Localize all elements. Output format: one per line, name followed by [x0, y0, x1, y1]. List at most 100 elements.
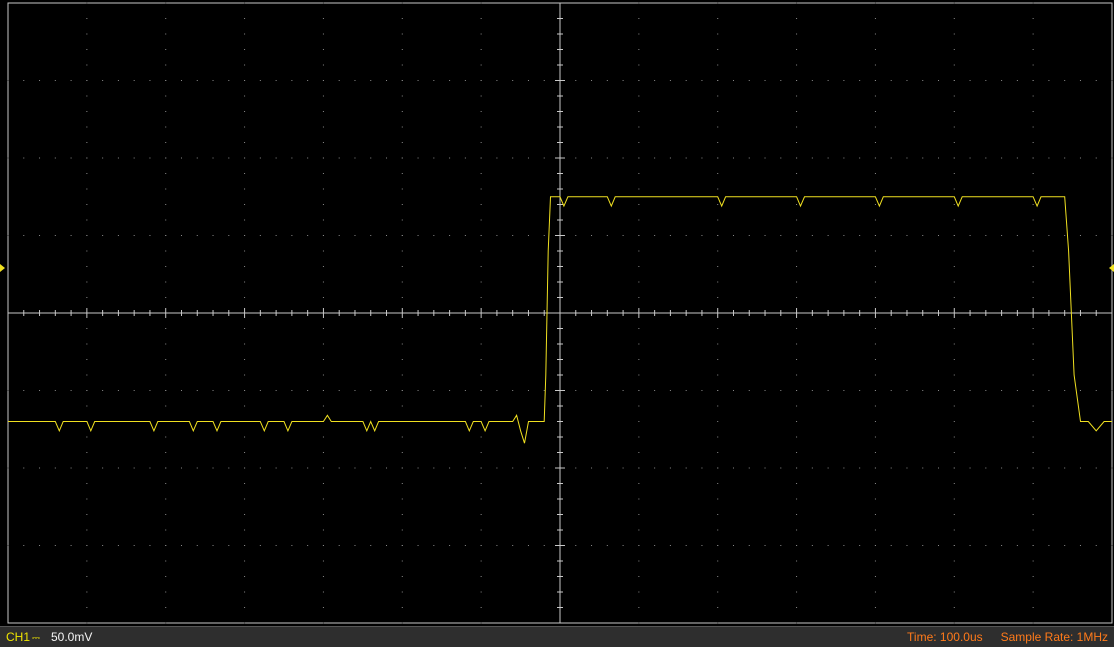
grid-dot — [685, 80, 687, 81]
grid-dot — [244, 80, 246, 81]
grid-dot — [496, 157, 498, 159]
grid-dot — [1111, 390, 1113, 391]
grid-dot — [7, 467, 9, 469]
channel-scale: 50.0mV — [51, 630, 93, 644]
grid-dot — [86, 498, 88, 500]
grid-dot — [638, 33, 640, 35]
grid-dot — [1111, 80, 1113, 81]
grid-dot — [480, 467, 482, 469]
grid-dot — [985, 390, 987, 391]
grid-dot — [638, 49, 640, 50]
grid-dot — [449, 157, 451, 159]
grid-dot — [401, 576, 403, 577]
grid-dot — [953, 64, 955, 66]
grid-dot — [874, 266, 876, 267]
grid-dot — [480, 483, 482, 484]
grid-dot — [212, 545, 214, 546]
grid-dot — [244, 18, 246, 19]
grid-dot — [86, 64, 88, 66]
grid-dot — [180, 545, 182, 546]
grid-dot — [843, 80, 845, 81]
grid-dot — [796, 18, 798, 19]
grid-dot — [117, 157, 119, 159]
grid-dot — [291, 467, 293, 469]
grid-dot — [244, 126, 246, 128]
grid-dot — [527, 467, 529, 469]
grid-dot — [86, 467, 88, 469]
grid-dot — [938, 235, 940, 236]
grid-dot — [638, 157, 640, 159]
grid-dot — [796, 576, 798, 577]
grid-dot — [464, 390, 466, 391]
grid-dot — [874, 545, 876, 546]
grid-dot — [717, 80, 719, 81]
grid-dot — [717, 204, 719, 205]
grid-dot — [322, 452, 324, 453]
grid-dot — [149, 467, 151, 469]
grid-dot — [496, 545, 498, 546]
grid-dot — [717, 405, 719, 407]
grid-dot — [165, 142, 167, 143]
grid-dot — [1064, 157, 1066, 159]
grid-dot — [953, 49, 955, 50]
grid-dot — [7, 390, 9, 391]
grid-dot — [874, 514, 876, 515]
grid-dot — [354, 235, 356, 236]
grid-dot — [165, 607, 167, 608]
grid-dot — [1111, 467, 1113, 469]
grid-dot — [874, 188, 876, 190]
grid-dot — [480, 33, 482, 35]
grid-dot — [165, 95, 167, 97]
grid-dot — [717, 297, 719, 298]
grid-dot — [953, 467, 955, 469]
grid-dot — [322, 18, 324, 19]
grid-dot — [796, 2, 798, 4]
grid-dot — [906, 235, 908, 236]
grid-dot — [606, 235, 608, 236]
grid-dot — [685, 157, 687, 159]
grid-dot — [401, 483, 403, 484]
grid-dot — [1032, 126, 1034, 128]
grid-dot — [796, 529, 798, 531]
grid-dot — [953, 80, 955, 81]
grid-dot — [291, 157, 293, 159]
grid-dot — [39, 157, 41, 159]
grid-dot — [86, 359, 88, 360]
grid-dot — [1032, 591, 1034, 593]
grid-dot — [1048, 545, 1050, 546]
grid-dot — [953, 545, 955, 546]
grid-dot — [638, 188, 640, 190]
grid-dot — [244, 2, 246, 4]
grid-dot — [1032, 374, 1034, 376]
grid-dot — [386, 80, 388, 81]
grid-dot — [827, 390, 829, 391]
grid-dot — [370, 390, 372, 391]
grid-dot — [953, 188, 955, 190]
grid-dot — [953, 111, 955, 112]
grid-dot — [796, 64, 798, 66]
grid-dot — [307, 235, 309, 236]
grid-dot — [669, 467, 671, 469]
grid-dot — [796, 343, 798, 345]
grid-dot — [512, 390, 514, 391]
grid-dot — [401, 343, 403, 345]
grid-dot — [796, 374, 798, 376]
grid-dot — [874, 576, 876, 577]
grid-dot — [39, 467, 41, 469]
grid-dot — [1048, 467, 1050, 469]
grid-dot — [953, 514, 955, 515]
grid-dot — [322, 281, 324, 283]
grid-dot — [796, 250, 798, 252]
grid-dot — [606, 80, 608, 81]
grid-dot — [953, 374, 955, 376]
grid-dot — [638, 64, 640, 66]
grid-dot — [591, 390, 593, 391]
grid-dot — [370, 80, 372, 81]
grid-dot — [401, 390, 403, 391]
grid-dot — [748, 157, 750, 159]
channel-info[interactable]: CH1 ⎓ 50.0mV — [6, 627, 92, 647]
grid-dot — [732, 467, 734, 469]
grid-dot — [433, 80, 435, 81]
grid-dot — [874, 374, 876, 376]
grid-dot — [401, 514, 403, 515]
